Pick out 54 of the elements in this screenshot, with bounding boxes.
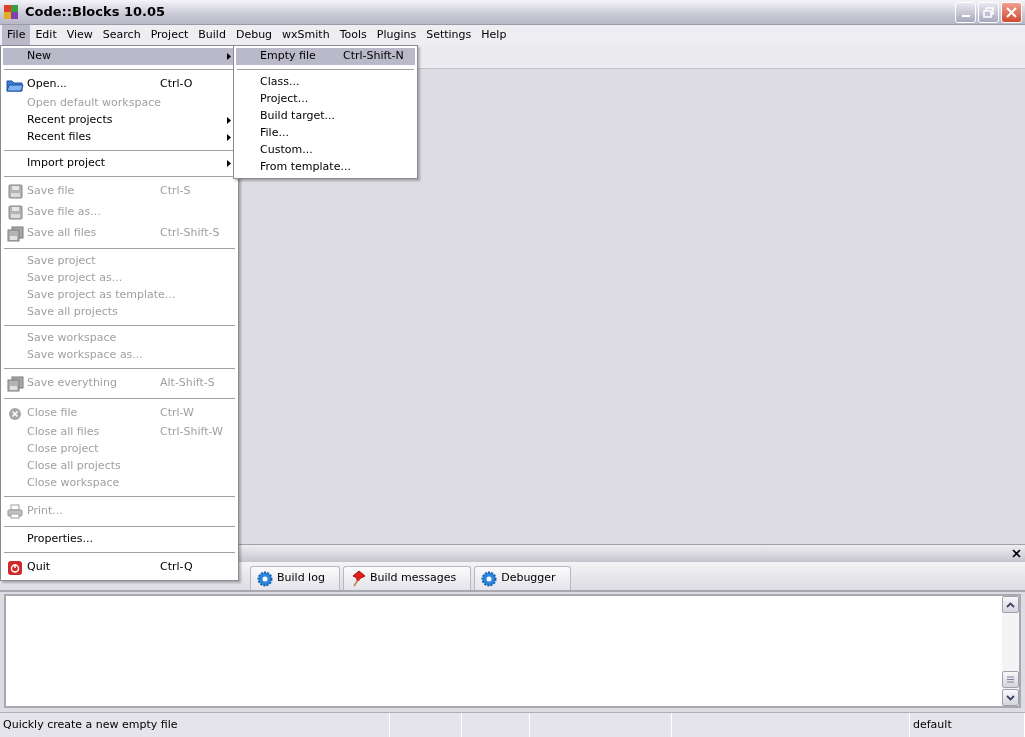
menu-item[interactable]: wxSmith	[277, 24, 335, 46]
menu-item[interactable]: View	[61, 24, 98, 46]
close-icon[interactable]	[1012, 549, 1021, 558]
gear-icon	[481, 570, 498, 587]
menu-item[interactable]: Empty file Ctrl-Shift-N	[236, 48, 415, 65]
menu-item[interactable]: Custom...	[236, 142, 415, 159]
menu-item[interactable]: Project	[145, 24, 194, 46]
menu-item[interactable]: Build target...	[236, 108, 415, 125]
menu-item[interactable]: Help	[476, 24, 512, 46]
close-icon	[8, 406, 22, 421]
printer-icon	[7, 504, 23, 519]
menu-item[interactable]: New	[3, 48, 236, 65]
menu-item[interactable]: File...	[236, 125, 415, 142]
power-icon	[7, 559, 23, 576]
close-icon	[1006, 6, 1017, 18]
menu-item[interactable]: File	[2, 24, 31, 46]
scroll-thumb[interactable]	[1002, 671, 1019, 688]
menu-item[interactable]: Debug	[230, 24, 278, 46]
restore-icon	[983, 6, 994, 18]
menu-item[interactable]: Quit Ctrl-Q	[3, 557, 236, 578]
grip-icon	[1007, 676, 1014, 683]
menu-item[interactable]: Edit	[30, 24, 62, 46]
menu-item[interactable]: Search	[97, 24, 146, 46]
restore-button[interactable]	[978, 1, 999, 23]
window-title: Code::Blocks 10.05	[25, 3, 167, 22]
menu-item[interactable]: Class...	[236, 74, 415, 91]
menu-item[interactable]: Import project	[3, 155, 236, 172]
menu-item[interactable]: Plugins	[371, 24, 422, 46]
scroll-down-button[interactable]	[1002, 689, 1019, 706]
panel-tab[interactable]: Build messages	[342, 566, 472, 590]
minimize-icon	[961, 14, 970, 17]
menu-item[interactable]: Recent files	[3, 129, 236, 146]
status-message: Quickly create a new empty file	[0, 713, 390, 737]
close-button[interactable]	[1001, 1, 1022, 23]
status-profile: default	[910, 713, 1025, 737]
caret-down-icon	[1006, 694, 1015, 701]
menu-item[interactable]: Tools	[334, 24, 372, 46]
menu-item[interactable]: Open... Ctrl-O	[3, 74, 236, 95]
menu-item[interactable]: Properties...	[3, 531, 236, 548]
menu-item[interactable]: Build	[193, 24, 231, 46]
panel-tab[interactable]: Debugger	[474, 566, 571, 590]
scroll-up-button[interactable]	[1002, 596, 1019, 613]
menu-item[interactable]: Project...	[236, 91, 415, 108]
floppy-disks-icon	[6, 225, 24, 242]
minimize-button[interactable]	[955, 1, 976, 23]
floppy-disks-icon	[6, 375, 24, 392]
app-logo-icon	[3, 4, 19, 20]
panel-tab[interactable]: Build log	[250, 566, 340, 590]
menu-item[interactable]: Settings	[421, 24, 477, 46]
scrollbar[interactable]	[1002, 596, 1019, 706]
caret-up-icon	[1006, 601, 1015, 608]
menu-item[interactable]: Recent projects	[3, 112, 236, 129]
gear-icon	[257, 570, 273, 587]
menu-item[interactable]: From template...	[236, 159, 415, 176]
